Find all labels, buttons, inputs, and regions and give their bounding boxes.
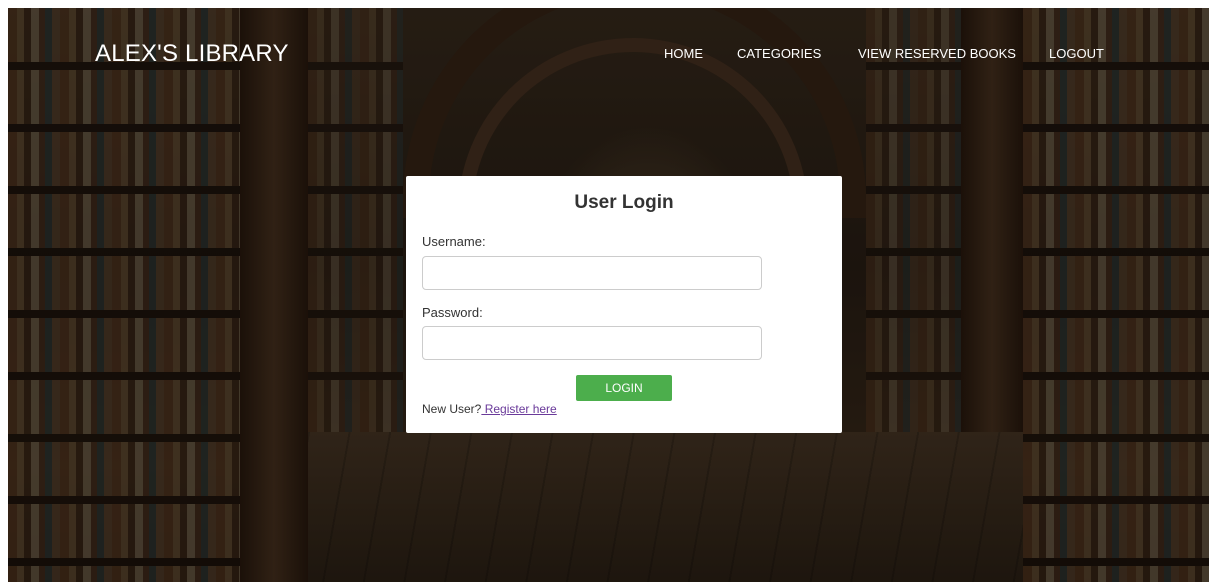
login-button[interactable]: LOGIN xyxy=(576,375,672,401)
password-input[interactable] xyxy=(422,326,762,360)
nav-categories-link[interactable]: CATEGORIES xyxy=(737,46,821,61)
nav-reserved-books-link[interactable]: VIEW RESERVED BOOKS xyxy=(858,46,1016,61)
new-user-text: New User? xyxy=(422,402,482,416)
page: ALEX'S LIBRARY HOME CATEGORIES VIEW RESE… xyxy=(8,8,1209,582)
password-label: Password: xyxy=(422,305,483,320)
username-input[interactable] xyxy=(422,256,762,290)
nav-logout-link[interactable]: LOGOUT xyxy=(1049,46,1104,61)
username-label: Username: xyxy=(422,234,486,249)
new-user-row: New User? Register here xyxy=(422,402,557,416)
login-title: User Login xyxy=(574,192,674,213)
site-brand: ALEX'S LIBRARY xyxy=(95,40,289,67)
nav-home-link[interactable]: HOME xyxy=(664,46,703,61)
login-card: User Login Username: Password: LOGIN New… xyxy=(406,176,842,433)
register-link[interactable]: Register here xyxy=(481,402,557,416)
